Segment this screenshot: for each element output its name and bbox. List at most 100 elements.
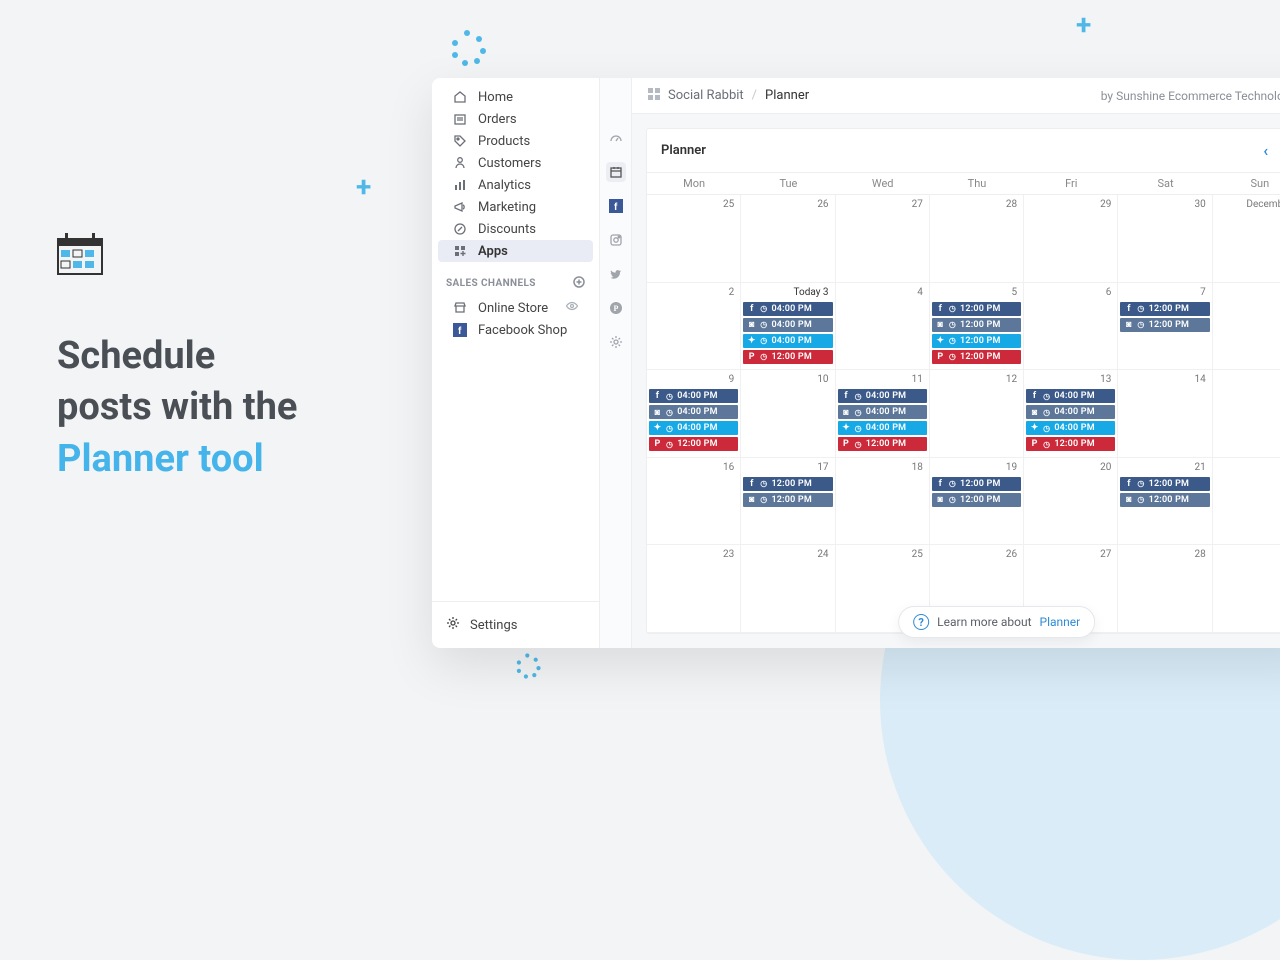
calendar-cell[interactable]: 11f◷04:00 PM◙◷04:00 PM✦◷04:00 PMP◷12:00 … xyxy=(836,370,930,458)
calendar-cell[interactable]: 26 xyxy=(741,195,835,283)
calendar-cell[interactable]: 21f◷12:00 PM◙◷12:00 PM xyxy=(1118,458,1212,546)
sidebar-item-products[interactable]: Products xyxy=(438,130,593,152)
event-tw[interactable]: ✦◷12:00 PM xyxy=(932,334,1021,348)
calendar-cell[interactable]: 27 xyxy=(836,195,930,283)
event-fb[interactable]: f◷12:00 PM xyxy=(1120,477,1209,491)
event-pi[interactable]: P◷12:00 PM xyxy=(649,437,738,451)
calendar-cell[interactable]: 19f◷12:00 PM◙◷12:00 PM xyxy=(930,458,1024,546)
event-pi[interactable]: P◷12:00 PM xyxy=(838,437,927,451)
calendar-cell[interactable]: 2 xyxy=(647,283,741,371)
calendar-cell[interactable]: 17f◷12:00 PM◙◷12:00 PM xyxy=(741,458,835,546)
sidebar-item-analytics[interactable]: Analytics xyxy=(438,174,593,196)
pi-icon: P xyxy=(1030,440,1039,449)
event-fb[interactable]: f◷04:00 PM xyxy=(743,302,832,316)
calendar-cell[interactable]: Today 3f◷04:00 PM◙◷04:00 PM✦◷04:00 PMP◷1… xyxy=(741,283,835,371)
calendar-cell[interactable]: 28 xyxy=(1118,545,1212,633)
rail-fb-icon[interactable]: f xyxy=(606,196,626,216)
event-fb[interactable]: f◷12:00 PM xyxy=(932,302,1021,316)
rail-planner-icon[interactable] xyxy=(606,162,626,182)
sidebar-item-customers[interactable]: Customers xyxy=(438,152,593,174)
sidebar-item-orders[interactable]: Orders xyxy=(438,108,593,130)
event-fb[interactable]: f◷04:00 PM xyxy=(1026,389,1115,403)
learn-link[interactable]: Planner xyxy=(1040,615,1081,629)
event-ig[interactable]: ◙◷12:00 PM xyxy=(1120,493,1209,507)
calendar-cell[interactable]: 18 xyxy=(836,458,930,546)
calendar-cell[interactable]: 6 xyxy=(1024,283,1118,371)
rail-ig-icon[interactable] xyxy=(606,230,626,250)
event-fb[interactable]: f◷12:00 PM xyxy=(743,477,832,491)
calendar-cell[interactable]: 23 xyxy=(647,545,741,633)
event-time: 12:00 PM xyxy=(960,336,1001,346)
calendar-cell[interactable]: 5f◷12:00 PM◙◷12:00 PM✦◷12:00 PMP◷12:00 P… xyxy=(930,283,1024,371)
learn-more-pill[interactable]: ? Learn more about Planner xyxy=(898,606,1095,638)
calendar-cell[interactable]: 24 xyxy=(741,545,835,633)
rail-dash-icon[interactable] xyxy=(606,128,626,148)
sidebar-settings[interactable]: Settings xyxy=(432,601,599,648)
event-tw[interactable]: ✦◷04:00 PM xyxy=(743,334,832,348)
rail-tw-icon[interactable] xyxy=(606,264,626,284)
prev-button[interactable]: ‹ xyxy=(1263,141,1268,160)
event-ig[interactable]: ◙◷04:00 PM xyxy=(743,318,832,332)
event-ig[interactable]: ◙◷12:00 PM xyxy=(743,493,832,507)
day-number: 29 xyxy=(1215,547,1280,562)
calendar-cell[interactable]: 9f◷04:00 PM◙◷04:00 PM✦◷04:00 PMP◷12:00 P… xyxy=(647,370,741,458)
day-number: 10 xyxy=(743,372,832,387)
event-fb[interactable]: f◷12:00 PM xyxy=(1120,302,1209,316)
event-fb[interactable]: f◷04:00 PM xyxy=(838,389,927,403)
calendar-cell[interactable]: 12 xyxy=(930,370,1024,458)
calendar-cell[interactable]: 25 xyxy=(647,195,741,283)
calendar-cell[interactable]: 30 xyxy=(1118,195,1212,283)
calendar-cell[interactable]: 29 xyxy=(1213,545,1280,633)
calendar-cell[interactable]: 10 xyxy=(741,370,835,458)
day-number: 24 xyxy=(743,547,832,562)
sidebar-item-apps[interactable]: Apps xyxy=(438,240,593,262)
event-ig[interactable]: ◙◷12:00 PM xyxy=(1120,318,1209,332)
calendar-cell[interactable]: 20 xyxy=(1024,458,1118,546)
event-ig[interactable]: ◙◷12:00 PM xyxy=(932,318,1021,332)
event-pi[interactable]: P◷12:00 PM xyxy=(932,350,1021,364)
event-ig[interactable]: ◙◷04:00 PM xyxy=(838,405,927,419)
clock-icon: ◷ xyxy=(1043,440,1050,449)
day-number: 29 xyxy=(1026,197,1115,212)
gear-icon xyxy=(446,616,460,634)
event-ig[interactable]: ◙◷12:00 PM xyxy=(932,493,1021,507)
rail-pi-icon[interactable]: P xyxy=(606,298,626,318)
calendar-cell[interactable]: 13f◷04:00 PM◙◷04:00 PM✦◷04:00 PMP◷12:00 … xyxy=(1024,370,1118,458)
crumb-root[interactable]: Social Rabbit xyxy=(668,88,744,103)
channel-online-store[interactable]: Online Store xyxy=(438,297,593,319)
svg-text:P: P xyxy=(613,304,618,313)
calendar-cell[interactable]: 16 xyxy=(647,458,741,546)
event-ig[interactable]: ◙◷04:00 PM xyxy=(1026,405,1115,419)
sidebar-item-label: Apps xyxy=(478,244,508,259)
rail-gear-icon[interactable] xyxy=(606,332,626,352)
clock-icon: ◷ xyxy=(949,352,956,361)
add-channel-icon[interactable] xyxy=(573,276,585,291)
eye-icon[interactable] xyxy=(565,299,579,317)
sidebar-item-marketing[interactable]: Marketing xyxy=(438,196,593,218)
calendar-cell[interactable]: December 1 xyxy=(1213,195,1280,283)
event-tw[interactable]: ✦◷04:00 PM xyxy=(649,421,738,435)
sidebar-item-home[interactable]: Home xyxy=(438,86,593,108)
hero-line: posts with the xyxy=(57,382,297,433)
apps-icon xyxy=(648,88,660,104)
calendar-cell[interactable]: 7f◷12:00 PM◙◷12:00 PM xyxy=(1118,283,1212,371)
calendar-cell[interactable]: 8 xyxy=(1213,283,1280,371)
event-fb[interactable]: f◷04:00 PM xyxy=(649,389,738,403)
fb-icon: f xyxy=(1124,479,1133,488)
calendar-cell[interactable]: 28 xyxy=(930,195,1024,283)
clock-icon: ◷ xyxy=(855,440,862,449)
event-pi[interactable]: P◷12:00 PM xyxy=(1026,437,1115,451)
calendar-cell[interactable]: 14 xyxy=(1118,370,1212,458)
event-tw[interactable]: ✦◷04:00 PM xyxy=(838,421,927,435)
sidebar-item-discounts[interactable]: Discounts xyxy=(438,218,593,240)
channel-facebook-shop[interactable]: fFacebook Shop xyxy=(438,319,593,341)
event-fb[interactable]: f◷12:00 PM xyxy=(932,477,1021,491)
event-pi[interactable]: P◷12:00 PM xyxy=(743,350,832,364)
calendar-cell[interactable]: 29 xyxy=(1024,195,1118,283)
event-tw[interactable]: ✦◷04:00 PM xyxy=(1026,421,1115,435)
calendar-cell[interactable]: 22 xyxy=(1213,458,1280,546)
event-ig[interactable]: ◙◷04:00 PM xyxy=(649,405,738,419)
calendar-cell[interactable]: 4 xyxy=(836,283,930,371)
calendar-cell[interactable]: 15 xyxy=(1213,370,1280,458)
fb-icon: f xyxy=(747,304,756,313)
